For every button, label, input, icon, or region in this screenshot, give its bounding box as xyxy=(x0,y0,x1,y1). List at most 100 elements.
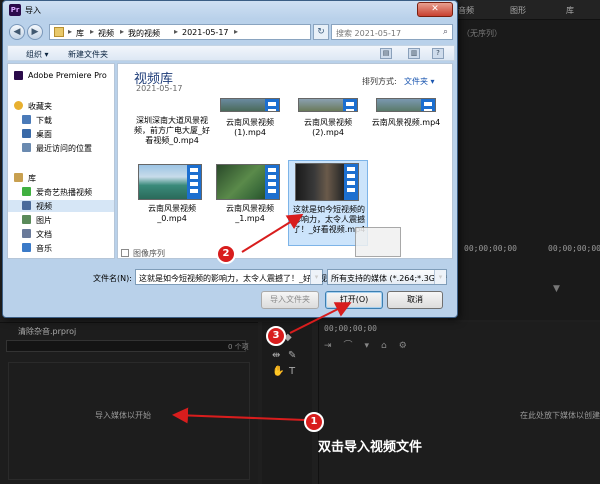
refresh-icon[interactable]: ↻ xyxy=(313,24,329,40)
dialog-titlebar[interactable]: Pr 导入 ✕ xyxy=(3,1,457,19)
address-input[interactable]: ▸ 库 ▸ 视频 ▸ 我的视频 ▸ 2021-05-17 ▸ xyxy=(49,24,311,40)
drag-tooltip xyxy=(355,227,401,257)
file-list-pane: 视频库 2021-05-17 排列方式: 文件夹 ▾ 深圳深南大道风景视频，前方… xyxy=(117,63,453,259)
breadcrumb-library[interactable]: 库 xyxy=(76,28,84,39)
sort-label: 排列方式: xyxy=(362,77,397,86)
annotation-badge-1: 1 xyxy=(304,412,324,432)
program-monitor xyxy=(448,20,600,320)
premiere-app-icon: Pr xyxy=(9,4,21,16)
project-name: 清除杂音.prproj xyxy=(18,327,77,336)
dialog-title: 导入 xyxy=(25,6,41,15)
file-item[interactable]: 云南风景视频_1.mp4 xyxy=(212,164,288,228)
nav-item-documents[interactable]: 文档 xyxy=(8,228,114,240)
project-drop-area[interactable] xyxy=(8,362,250,480)
timeline-drop-hint: 在此处放下媒体以创建 xyxy=(520,411,600,420)
video-thumbnail xyxy=(216,164,280,200)
video-thumbnail xyxy=(376,98,436,112)
file-name: 深圳深南大道风景视频，前方广电大厦_好看视频_0.mp4 xyxy=(134,116,210,145)
import-dialog: Pr 导入 ✕ ◀ ▶ ▸ 库 ▸ 视频 ▸ 我的视频 ▸ 2021-05-17… xyxy=(2,0,458,318)
nav-item-recent[interactable]: 最近访问的位置 xyxy=(8,142,114,154)
search-input[interactable]: 搜索 2021-05-17 ⌕ xyxy=(331,24,453,40)
cancel-button[interactable]: 取消 xyxy=(387,291,443,309)
organize-menu[interactable]: 组织 ▾ xyxy=(26,49,49,60)
file-name: 云南风景视频(1).mp4 xyxy=(226,118,274,137)
forward-button[interactable]: ▶ xyxy=(27,24,43,40)
recent-places-icon xyxy=(22,143,31,152)
nav-item-music[interactable]: 音乐 xyxy=(8,242,114,254)
video-icon xyxy=(22,201,31,210)
project-item-count: 0 个项 xyxy=(228,343,249,351)
nav-item-iqiyi[interactable]: 爱奇艺热播视频 xyxy=(8,186,114,198)
pen-tool-icon[interactable]: ✎ xyxy=(288,350,296,361)
tab-library[interactable]: 库 xyxy=(566,5,574,16)
close-button[interactable]: ✕ xyxy=(417,2,453,17)
annotation-badge-2: 2 xyxy=(216,244,236,264)
hand-tool-icon[interactable]: ✋ xyxy=(272,366,284,377)
file-item[interactable]: 深圳深南大道风景视频，前方广电大厦_好看视频_0.mp4 xyxy=(134,96,210,158)
image-sequence-checkbox[interactable] xyxy=(121,249,129,257)
nav-item-pictures[interactable]: 图片 xyxy=(8,214,114,226)
tab-audio[interactable]: 音频 xyxy=(458,5,474,16)
filename-input[interactable]: 这就是如今短视频的影响力，太令人震撼了！_好看视 ▾ xyxy=(135,269,327,285)
preview-pane-icon[interactable]: ▥ xyxy=(408,48,420,59)
navigation-pane: Adobe Premiere Pro 收藏夹 下载 桌面 最近访问的位置 库 爱… xyxy=(7,63,115,259)
star-icon xyxy=(14,101,23,110)
file-type-value: 所有支持的媒体 (*.264;*.3G2;* xyxy=(331,274,447,283)
breadcrumb-date-folder[interactable]: 2021-05-17 xyxy=(182,28,229,37)
timeline-tools[interactable]: ⇥⌒▾⌂⚙ xyxy=(324,338,419,351)
iqiyi-icon xyxy=(22,187,31,196)
file-name: 云南风景视频_0.mp4 xyxy=(148,204,196,223)
nav-item-downloads[interactable]: 下载 xyxy=(8,114,114,126)
file-item[interactable]: 云南风景视频.mp4 xyxy=(368,96,444,148)
filename-label: 文件名(N): xyxy=(93,274,132,283)
chevron-down-icon[interactable]: ▾ xyxy=(310,270,322,284)
dialog-toolbar: 组织 ▾ 新建文件夹 ▤ ▥ ? xyxy=(7,45,455,61)
program-no-sequence: （无序列） xyxy=(462,29,502,38)
download-icon xyxy=(22,115,31,124)
ripple-edit-tool-icon[interactable]: ⇹ xyxy=(272,350,280,361)
view-mode-icon[interactable]: ▤ xyxy=(380,48,392,59)
library-date: 2021-05-17 xyxy=(136,84,183,93)
file-name: 云南风景视频(2).mp4 xyxy=(304,118,352,137)
file-name: 云南风景视频.mp4 xyxy=(371,118,441,127)
annotation-caption: 双击导入视频文件 xyxy=(318,440,423,455)
tools-panel xyxy=(262,322,312,484)
file-item[interactable]: 云南风景视频_0.mp4 xyxy=(134,164,210,228)
new-folder-button[interactable]: 新建文件夹 xyxy=(68,49,108,60)
nav-item-desktop[interactable]: 桌面 xyxy=(8,128,114,140)
program-timecode-left[interactable]: 00;00;00;00 xyxy=(464,244,517,253)
video-thumbnail xyxy=(295,163,359,201)
type-tool-icon[interactable]: T xyxy=(289,366,295,377)
help-icon[interactable]: ? xyxy=(432,48,444,59)
annotation-badge-3: 3 xyxy=(266,326,286,346)
open-button[interactable]: 打开(O) xyxy=(325,291,383,309)
marker-icon[interactable]: ▼ xyxy=(553,284,560,294)
project-search-input[interactable] xyxy=(6,340,246,352)
video-thumbnail xyxy=(298,98,358,112)
nav-item-videos[interactable]: 视频 xyxy=(8,200,114,212)
tab-graphics[interactable]: 图形 xyxy=(510,5,526,16)
search-placeholder: 搜索 2021-05-17 xyxy=(336,29,402,38)
nav-item-libraries[interactable]: 库 xyxy=(8,172,114,184)
filename-value: 这就是如今短视频的影响力，太令人震撼了！_好看视 xyxy=(139,274,327,283)
document-icon xyxy=(22,229,31,238)
file-item[interactable]: 云南风景视频(1).mp4 xyxy=(212,96,288,148)
desktop-icon xyxy=(22,129,31,138)
sort-dropdown[interactable]: 文件夹 ▾ xyxy=(404,76,435,87)
import-media-hint[interactable]: 导入媒体以开始 xyxy=(95,410,151,421)
nav-item-premiere[interactable]: Adobe Premiere Pro xyxy=(8,70,114,82)
file-name: 云南风景视频_1.mp4 xyxy=(226,204,274,223)
timeline-timecode[interactable]: 00;00;00;00 xyxy=(324,324,377,333)
import-folder-button[interactable]: 导入文件夹 xyxy=(261,291,319,309)
nav-item-favorites[interactable]: 收藏夹 xyxy=(8,100,114,112)
file-item[interactable]: 云南风景视频(2).mp4 xyxy=(290,96,366,148)
chevron-down-icon[interactable]: ▾ xyxy=(434,270,446,284)
video-thumbnail xyxy=(220,98,280,112)
back-button[interactable]: ◀ xyxy=(9,24,25,40)
file-type-select[interactable]: 所有支持的媒体 (*.264;*.3G2;* ▾ xyxy=(327,269,447,285)
breadcrumb-my-videos[interactable]: 我的视频 xyxy=(128,28,160,39)
folder-icon xyxy=(54,27,64,37)
picture-icon xyxy=(22,215,31,224)
program-timecode-right: 00;00;00;00 xyxy=(548,244,600,253)
breadcrumb-videos[interactable]: 视频 xyxy=(98,28,114,39)
